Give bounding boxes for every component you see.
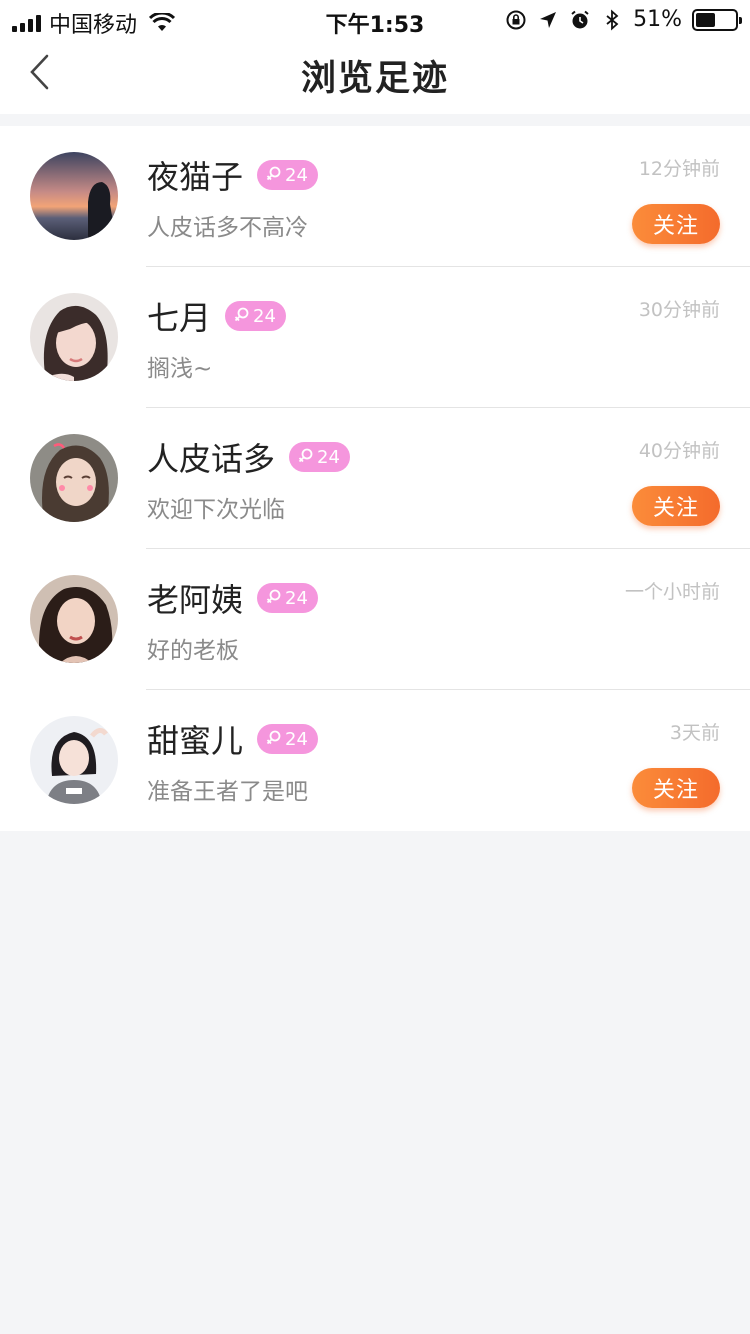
female-icon — [298, 448, 313, 463]
follow-button[interactable]: 关注 — [632, 204, 720, 244]
location-icon — [540, 11, 557, 28]
avatar[interactable] — [30, 716, 118, 804]
visitor-name: 老阿姨 — [147, 581, 244, 619]
visitor-signature: 准备王者了是吧 — [147, 779, 308, 805]
visit-time: 一个小时前 — [624, 581, 720, 603]
badge-age: 24 — [253, 305, 276, 327]
list-item[interactable]: 夜猫子 24 人皮话多不高冷 12分钟前 关注 — [0, 126, 750, 267]
alarm-icon — [571, 10, 589, 28]
visitor-signature: 欢迎下次光临 — [147, 497, 285, 523]
gender-age-badge: 24 — [257, 583, 318, 613]
female-icon — [266, 166, 281, 181]
status-bar: 中国移动 下午1:53 51% — [0, 0, 750, 40]
battery-level — [696, 12, 716, 27]
visitor-name: 夜猫子 — [147, 158, 244, 196]
badge-age: 24 — [285, 587, 308, 609]
bluetooth-icon — [606, 8, 619, 31]
avatar-image — [30, 152, 118, 240]
female-icon — [234, 307, 249, 322]
avatar[interactable] — [30, 434, 118, 522]
visit-time: 40分钟前 — [638, 440, 720, 462]
female-icon — [266, 589, 281, 604]
status-right: 51% — [505, 7, 742, 32]
visit-time: 3天前 — [669, 722, 720, 744]
visit-time: 12分钟前 — [638, 158, 720, 180]
visitor-name: 七月 — [147, 299, 212, 337]
gender-age-badge: 24 — [225, 301, 286, 331]
list-item[interactable]: 老阿姨 24 好的老板 一个小时前 — [0, 549, 750, 690]
list-item[interactable]: 七月 24 搁浅~ 30分钟前 — [0, 267, 750, 408]
avatar-image — [30, 716, 118, 804]
name-line: 甜蜜儿 24 — [147, 716, 318, 762]
gender-age-badge: 24 — [257, 724, 318, 754]
badge-age: 24 — [285, 164, 308, 186]
badge-age: 24 — [317, 446, 340, 468]
name-line: 人皮话多 24 — [147, 434, 350, 480]
follow-button[interactable]: 关注 — [632, 486, 720, 526]
avatar[interactable] — [30, 293, 118, 381]
visitor-signature: 人皮话多不高冷 — [147, 215, 308, 241]
rotation-lock-icon — [506, 10, 526, 29]
visitor-name: 人皮话多 — [147, 440, 276, 478]
nav-bar: 浏览足迹 — [0, 40, 750, 114]
page-title: 浏览足迹 — [300, 59, 449, 99]
badge-age: 24 — [285, 728, 308, 750]
avatar-image — [30, 575, 118, 663]
gender-age-badge: 24 — [257, 160, 318, 190]
visitor-list: 夜猫子 24 人皮话多不高冷 12分钟前 关注 七月 24 搁浅~ 30分钟前 … — [0, 126, 750, 831]
visit-time: 30分钟前 — [638, 299, 720, 321]
battery-percent: 51% — [633, 7, 682, 32]
female-icon — [266, 730, 281, 745]
follow-button[interactable]: 关注 — [632, 768, 720, 808]
name-line: 老阿姨 24 — [147, 575, 318, 621]
avatar[interactable] — [30, 575, 118, 663]
name-line: 夜猫子 24 — [147, 152, 318, 198]
list-item[interactable]: 甜蜜儿 24 准备王者了是吧 3天前 关注 — [0, 690, 750, 831]
gender-age-badge: 24 — [289, 442, 350, 472]
name-line: 七月 24 — [147, 293, 286, 339]
visitor-signature: 好的老板 — [147, 638, 239, 664]
avatar[interactable] — [30, 152, 118, 240]
visitor-signature: 搁浅~ — [147, 356, 213, 382]
avatar-image — [30, 293, 118, 381]
avatar-image — [30, 434, 118, 522]
battery-icon — [692, 8, 742, 31]
visitor-name: 甜蜜儿 — [147, 722, 244, 760]
list-item[interactable]: 人皮话多 24 欢迎下次光临 40分钟前 关注 — [0, 408, 750, 549]
